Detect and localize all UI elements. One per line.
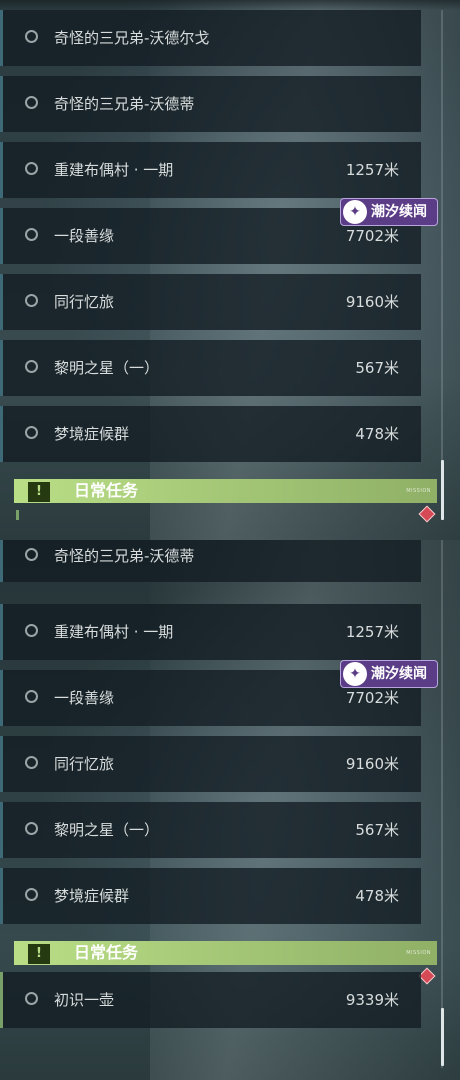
tide-event-badge: ✦ 潮汐续闻	[340, 198, 438, 226]
quest-status-circle-icon	[25, 294, 38, 307]
tide-event-badge: ✦ 潮汐续闻	[340, 660, 438, 688]
quest-status-circle-icon	[25, 30, 38, 43]
quest-status-circle-icon	[25, 96, 38, 109]
quest-status-circle-icon	[25, 162, 38, 175]
tide-logo-icon: ✦	[343, 200, 367, 224]
quest-name: 同行忆旅	[54, 293, 115, 311]
quest-status-circle-icon	[25, 360, 38, 373]
tide-logo-icon: ✦	[343, 662, 367, 686]
quest-distance: 567米	[355, 359, 399, 377]
quest-row[interactable]: 梦境症候群 478米	[0, 406, 421, 462]
quest-row[interactable]: 奇怪的三兄弟-沃德蒂	[0, 540, 421, 582]
quest-panel-2: 奇怪的三兄弟-沃德蒂 重建布偶村 · 一期 1257米 一段善缘 7702米 同…	[0, 540, 460, 1080]
header-decoration-text: MISSION	[406, 488, 431, 494]
badge-label: 潮汐续闻	[371, 666, 427, 682]
section-title: 日常任务	[74, 481, 139, 500]
quest-row[interactable]: 同行忆旅 9160米	[0, 736, 421, 792]
quest-status-circle-icon	[25, 624, 38, 637]
quest-distance: 567米	[355, 821, 399, 839]
quest-name: 同行忆旅	[54, 755, 115, 773]
exclamation-icon: !	[28, 482, 50, 502]
scrollbar-track[interactable]	[441, 540, 443, 1068]
tracked-marker-icon	[418, 505, 436, 523]
quest-row[interactable]: 梦境症候群 478米	[0, 868, 421, 924]
quest-row[interactable]: 黎明之星（一） 567米	[0, 340, 421, 396]
scrollbar-track[interactable]	[441, 10, 443, 520]
scrollbar-thumb[interactable]	[441, 460, 444, 520]
quest-status-circle-icon	[25, 426, 38, 439]
scrollbar-thumb[interactable]	[441, 1008, 444, 1066]
quest-row[interactable]: 奇怪的三兄弟-沃德蒂	[0, 76, 421, 132]
quest-distance: 1257米	[345, 161, 399, 179]
section-title: 日常任务	[74, 943, 139, 962]
quest-distance: 9160米	[345, 293, 399, 311]
quest-name: 重建布偶村 · 一期	[54, 623, 174, 641]
quest-name: 奇怪的三兄弟-沃德尔戈	[54, 29, 210, 47]
quest-status-circle-icon	[25, 992, 38, 1005]
quest-row[interactable]: 同行忆旅 9160米	[0, 274, 421, 330]
daily-section-header[interactable]: ! 日常任务 MISSION	[14, 479, 437, 503]
exclamation-icon: !	[28, 944, 50, 964]
quest-name: 黎明之星（一）	[54, 821, 160, 839]
quest-status-circle-icon	[25, 888, 38, 901]
quest-name: 奇怪的三兄弟-沃德蒂	[54, 95, 195, 113]
quest-row[interactable]: 重建布偶村 · 一期 1257米	[0, 142, 421, 198]
quest-status-circle-icon	[25, 548, 38, 561]
quest-distance: 478米	[355, 425, 399, 443]
quest-row[interactable]: 重建布偶村 · 一期 1257米	[0, 604, 421, 660]
quest-name: 一段善缘	[54, 689, 115, 707]
quest-name: 黎明之星（一）	[54, 359, 160, 377]
quest-name: 一段善缘	[54, 227, 115, 245]
quest-status-circle-icon	[25, 228, 38, 241]
quest-name: 梦境症候群	[54, 425, 130, 443]
quest-distance: 1257米	[345, 623, 399, 641]
quest-status-circle-icon	[25, 822, 38, 835]
quest-row[interactable]: 黎明之星（一） 567米	[0, 802, 421, 858]
tracked-marker-icon	[418, 967, 436, 985]
quest-name: 梦境症候群	[54, 887, 130, 905]
quest-status-circle-icon	[25, 756, 38, 769]
quest-panel-1: 奇怪的三兄弟-沃德尔戈 奇怪的三兄弟-沃德蒂 重建布偶村 · 一期 1257米 …	[0, 0, 460, 540]
top-shade	[0, 0, 460, 10]
quest-status-circle-icon	[25, 690, 38, 703]
quest-distance: 9160米	[345, 755, 399, 773]
quest-distance: 9339米	[345, 991, 399, 1009]
quest-row[interactable]: 奇怪的三兄弟-沃德尔戈	[0, 10, 421, 66]
header-decoration-text: MISSION	[406, 950, 431, 956]
badge-label: 潮汐续闻	[371, 204, 427, 220]
quest-name: 奇怪的三兄弟-沃德蒂	[54, 547, 195, 565]
daily-section-header[interactable]: ! 日常任务 MISSION	[14, 941, 437, 965]
quest-name: 重建布偶村 · 一期	[54, 161, 174, 179]
quest-distance: 478米	[355, 887, 399, 905]
daily-quest-row[interactable]: 初识一壶 9339米	[0, 972, 421, 1028]
quest-name: 初识一壶	[54, 991, 115, 1009]
daily-row-edge	[16, 510, 19, 520]
